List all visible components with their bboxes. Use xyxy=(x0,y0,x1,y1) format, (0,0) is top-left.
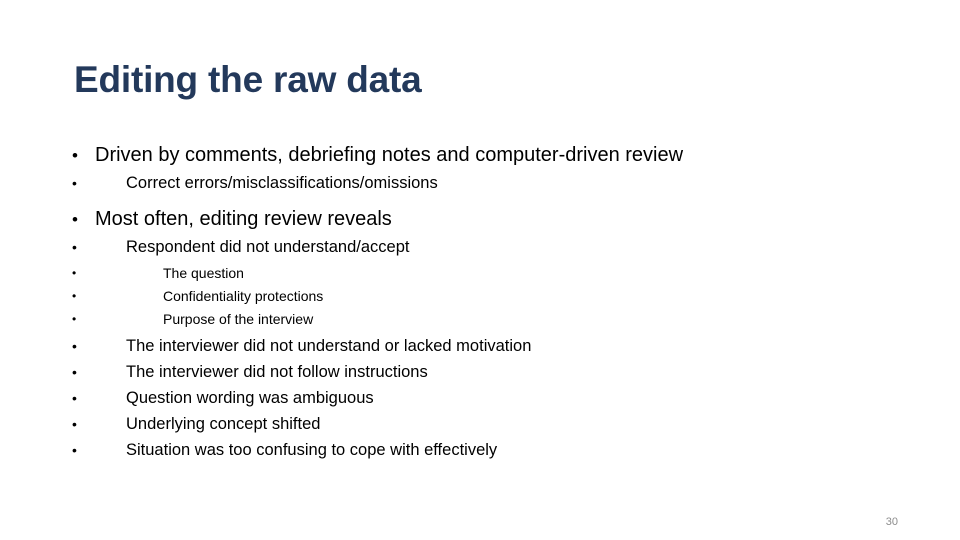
bullet-icon: • xyxy=(72,390,77,406)
bullet-icon: • xyxy=(72,239,77,255)
bullet-icon: • xyxy=(72,442,77,458)
list-item-label: Question wording was ambiguous xyxy=(126,389,374,407)
bullet-list: • Driven by comments, debriefing notes a… xyxy=(72,142,902,462)
list-item: • Most often, editing review reveals xyxy=(72,206,902,233)
list-item: • Situation was too confusing to cope wi… xyxy=(72,439,902,462)
bullet-icon: • xyxy=(72,338,77,354)
bullet-icon: • xyxy=(72,146,78,165)
list-item-label: The interviewer did not follow instructi… xyxy=(126,363,428,381)
list-item-label: The question xyxy=(163,265,244,281)
list-item-label: Underlying concept shifted xyxy=(126,415,321,433)
slide: Editing the raw data • Driven by comment… xyxy=(0,0,960,540)
list-item-label: Respondent did not understand/accept xyxy=(126,238,410,256)
list-item: • Purpose of the interview xyxy=(72,308,902,331)
list-item-label: Situation was too confusing to cope with… xyxy=(126,441,498,459)
list-item-label: Driven by comments, debriefing notes and… xyxy=(95,144,684,166)
bullet-icon: • xyxy=(72,175,77,191)
list-item: • Correct errors/misclassifications/omis… xyxy=(72,172,902,195)
list-item: • Driven by comments, debriefing notes a… xyxy=(72,142,902,169)
page-title: Editing the raw data xyxy=(74,59,422,100)
bullet-icon: • xyxy=(72,312,77,326)
list-item-label: Purpose of the interview xyxy=(163,311,314,327)
bullet-icon: • xyxy=(72,364,77,380)
list-item-label: Correct errors/misclassifications/omissi… xyxy=(126,174,438,192)
bullet-icon: • xyxy=(72,416,77,432)
list-item: • Underlying concept shifted xyxy=(72,413,902,436)
bullet-icon: • xyxy=(72,210,78,229)
slide-body: • Driven by comments, debriefing notes a… xyxy=(72,142,902,465)
list-item: • The question xyxy=(72,262,902,285)
list-item: • Respondent did not understand/accept xyxy=(72,236,902,259)
list-item: • The interviewer did not understand or … xyxy=(72,335,902,358)
list-item: • The interviewer did not follow instruc… xyxy=(72,361,902,384)
list-item-label: Confidentiality protections xyxy=(163,288,324,304)
list-item: • Question wording was ambiguous xyxy=(72,387,902,410)
page-number: 30 xyxy=(885,516,898,528)
list-item-label: The interviewer did not understand or la… xyxy=(126,337,532,355)
bullet-icon: • xyxy=(72,266,77,280)
list-item-label: Most often, editing review reveals xyxy=(95,208,392,230)
bullet-icon: • xyxy=(72,289,77,303)
list-item: • Confidentiality protections xyxy=(72,285,902,308)
